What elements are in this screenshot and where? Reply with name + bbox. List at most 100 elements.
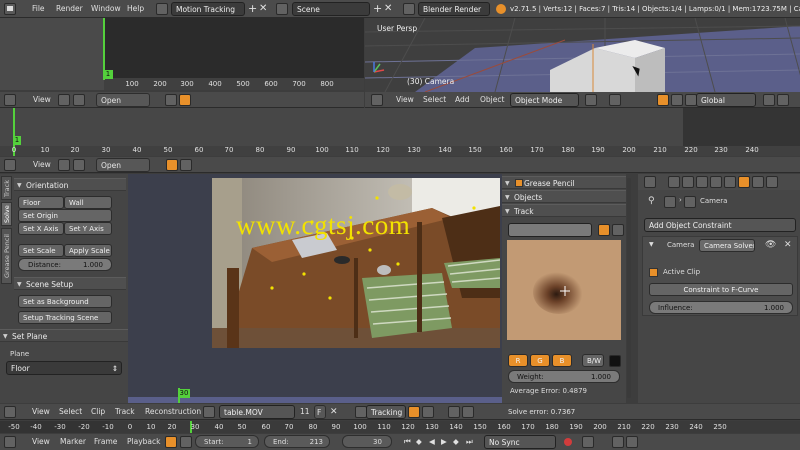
add-screen-icon[interactable]: + xyxy=(248,2,257,16)
editor-type-icon[interactable] xyxy=(4,436,16,448)
display-stabilization-icon[interactable] xyxy=(422,406,434,418)
object-tab-icon[interactable] xyxy=(724,176,736,188)
channel-g-toggle[interactable]: G xyxy=(530,354,550,367)
editor-type-icon[interactable] xyxy=(644,176,656,188)
dopesheet[interactable]: 1 0 10 20 30 40 50 60 70 80 90 100 110 1… xyxy=(0,108,800,156)
viewport-object-menu[interactable]: Object xyxy=(480,93,504,107)
clip-clip-menu[interactable]: Clip xyxy=(91,405,105,419)
channel-r-toggle[interactable]: R xyxy=(508,354,528,367)
setup-tracking-scene-button[interactable]: Setup Tracking Scene xyxy=(18,311,112,324)
objects-panel-header[interactable]: Objects xyxy=(502,190,626,204)
preview-color-icon[interactable] xyxy=(609,355,621,367)
channel-b-toggle[interactable]: B xyxy=(552,354,572,367)
render-engine-selector[interactable]: Blender Render xyxy=(418,2,490,16)
timeline-marker-menu[interactable]: Marker xyxy=(60,435,86,449)
clip-mode-selector[interactable]: Tracking xyxy=(366,405,406,419)
sync-mode-selector[interactable]: No Sync xyxy=(484,435,556,449)
set-as-background-button[interactable]: Set as Background xyxy=(18,295,112,308)
timeline-ruler[interactable]: -50 -40 -30 -20 -10 0 10 20 30 40 50 60 … xyxy=(0,421,800,433)
clip-browse-icon[interactable] xyxy=(203,406,215,418)
plane-selector[interactable]: Floor ⇕ xyxy=(6,361,122,375)
dopesheet-invert-icon[interactable] xyxy=(180,159,192,171)
constraint-name-field[interactable]: Camera Solver xyxy=(699,239,755,252)
track-panel-header[interactable]: Track xyxy=(502,204,626,218)
graph-editor[interactable]: 1 100 200 300 400 500 600 700 800 xyxy=(0,18,364,90)
scene-setup-panel-header[interactable]: Scene Setup xyxy=(14,277,126,291)
play-icon[interactable]: ▶ xyxy=(441,435,447,449)
tab-grease-pencil[interactable]: Grease Pencil xyxy=(1,228,12,284)
keying-set-icon[interactable] xyxy=(582,436,594,448)
world-tab-icon[interactable] xyxy=(710,176,722,188)
clip-name-field[interactable]: table.MOV xyxy=(219,405,295,419)
scene-icon[interactable] xyxy=(276,3,288,15)
start-frame-field[interactable]: Start: 1 xyxy=(195,435,259,448)
graph-open-button[interactable]: Open xyxy=(96,93,150,107)
play-reverse-icon[interactable]: ◀ xyxy=(429,435,435,449)
unlink-clip-icon[interactable]: ✕ xyxy=(330,405,338,419)
wall-button[interactable]: Wall xyxy=(64,196,112,209)
floor-button[interactable]: Floor xyxy=(18,196,64,209)
mask-icon[interactable] xyxy=(462,406,474,418)
panel-scrollbar[interactable] xyxy=(627,178,631,398)
editor-type-icon[interactable] xyxy=(4,406,16,418)
tab-track[interactable]: Track xyxy=(1,176,12,200)
delete-keyframe-icon[interactable] xyxy=(626,436,638,448)
clip-icon-2[interactable] xyxy=(73,159,85,171)
graph-editor-area[interactable] xyxy=(104,18,364,78)
graph-filter-icon[interactable] xyxy=(165,94,177,106)
distance-field[interactable]: Distance: 1.000 xyxy=(18,258,112,271)
dopesheet-open-button[interactable]: Open xyxy=(96,158,150,172)
grease-pencil-checkbox[interactable] xyxy=(515,179,523,187)
pivot-icon[interactable] xyxy=(448,406,460,418)
insert-keyframe-icon[interactable] xyxy=(612,436,624,448)
set-origin-button[interactable]: Set Origin xyxy=(18,209,112,222)
menu-render[interactable]: Render xyxy=(56,2,83,16)
fake-user-button[interactable]: F xyxy=(314,405,326,419)
screen-layout-icon[interactable] xyxy=(156,3,168,15)
editor-type-icon[interactable] xyxy=(4,94,16,106)
bw-toggle[interactable]: B/W xyxy=(582,354,604,367)
remove-screen-icon[interactable]: ✕ xyxy=(259,2,267,16)
viewport-add-menu[interactable]: Add xyxy=(455,93,470,107)
track-name-field[interactable] xyxy=(508,223,592,237)
clip-reconstruction-menu[interactable]: Reconstruction xyxy=(145,405,201,419)
render-engine-icon[interactable] xyxy=(403,3,415,15)
clip-select-menu[interactable]: Select xyxy=(59,405,82,419)
set-scale-button[interactable]: Set Scale xyxy=(18,244,64,257)
record-icon[interactable] xyxy=(564,438,572,446)
pivot-point-icon[interactable] xyxy=(609,94,621,106)
remove-scene-icon[interactable]: ✕ xyxy=(384,2,392,16)
3d-viewport[interactable]: User Persp (30) Camera xyxy=(365,18,800,92)
constraint-close-icon[interactable]: ✕ xyxy=(784,240,792,250)
scene-tab-icon[interactable] xyxy=(696,176,708,188)
orientation-panel-header[interactable]: Orientation xyxy=(14,178,126,192)
screen-layout-selector[interactable]: Motion Tracking xyxy=(171,2,245,16)
data-tab-icon[interactable] xyxy=(752,176,764,188)
editor-type-icon[interactable] xyxy=(371,94,383,106)
constraints-tab-icon[interactable] xyxy=(738,176,750,188)
info-editor-icon[interactable] xyxy=(4,3,16,15)
clip-icon-2[interactable] xyxy=(73,94,85,106)
clip-editor-main[interactable]: www.cgtsj.com 30 xyxy=(128,174,502,403)
render-layers-tab-icon[interactable] xyxy=(682,176,694,188)
scene-selector[interactable]: Scene xyxy=(292,2,370,16)
jump-keyframe-forward-icon[interactable]: ◆ xyxy=(453,435,459,449)
pin-icon[interactable]: ⚲ xyxy=(648,196,655,206)
transform-orientation-selector[interactable]: Global xyxy=(696,93,756,107)
constraint-to-fcurve-button[interactable]: Constraint to F-Curve xyxy=(649,283,793,296)
add-scene-icon[interactable]: + xyxy=(373,2,382,16)
clip-track-menu[interactable]: Track xyxy=(115,405,135,419)
texture-tab-icon[interactable] xyxy=(766,176,778,188)
menu-help[interactable]: Help xyxy=(127,2,144,16)
manipulator-icon[interactable] xyxy=(657,94,669,106)
tab-solve[interactable]: Solve xyxy=(1,202,12,226)
grease-pencil-header[interactable]: Grease Pencil xyxy=(502,176,626,190)
editor-type-icon[interactable] xyxy=(4,159,16,171)
jump-keyframe-back-icon[interactable]: ◆ xyxy=(416,435,422,449)
layers-icon[interactable] xyxy=(763,94,775,106)
influence-field[interactable]: Influence: 1.000 xyxy=(649,301,793,314)
set-y-axis-button[interactable]: Set Y Axis xyxy=(64,222,112,235)
set-x-axis-button[interactable]: Set X Axis xyxy=(18,222,64,235)
collapse-arrow-icon[interactable]: ▼ xyxy=(649,241,654,248)
layers-icon-2[interactable] xyxy=(777,94,789,106)
